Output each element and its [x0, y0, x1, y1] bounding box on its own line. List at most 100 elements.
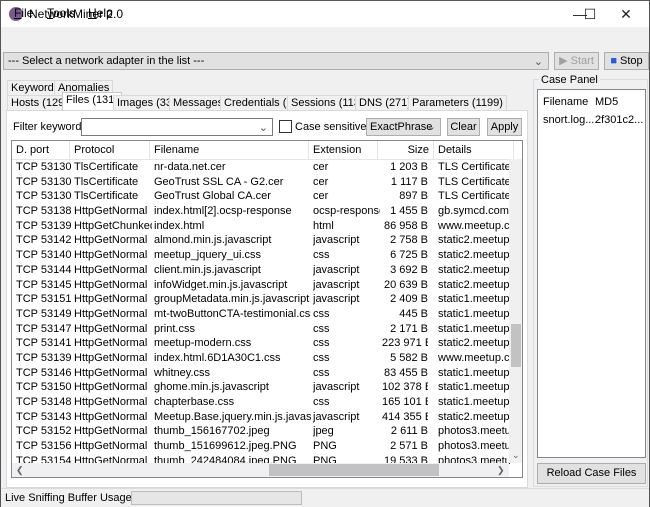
- cell-protocol: HttpGetNormal: [74, 293, 148, 306]
- cell-extension: css: [313, 351, 330, 364]
- case-column-md5[interactable]: MD5: [595, 96, 618, 108]
- cell-port: TCP 53130: [16, 175, 72, 188]
- table-row[interactable]: TCP 53138 HttpGetNormal index.html[2].ocsp…: [12, 204, 510, 219]
- cell-port: TCP 53138: [16, 205, 72, 218]
- table-row[interactable]: TCP 53130 TlsCertificate nr-data.net.cer ce…: [12, 160, 510, 175]
- case-file-name[interactable]: snort.log....: [543, 114, 597, 126]
- cell-protocol: HttpGetNormal: [74, 249, 148, 262]
- cell-port: TCP 53150: [16, 381, 72, 394]
- table-row[interactable]: TCP 53146 HttpGetNormal whitney.css css 83 4…: [12, 366, 510, 381]
- cell-size: 2 611 B: [390, 425, 428, 438]
- cell-extension: cer: [313, 175, 329, 188]
- cell-extension: jpeg: [313, 425, 334, 438]
- column-protocol[interactable]: Protocol: [70, 141, 150, 160]
- cell-size: 1 203 B: [390, 161, 428, 173]
- table-row[interactable]: TCP 53149 HttpGetNormal mt-twoButtonCTA-te…: [12, 307, 510, 322]
- tab-dns[interactable]: DNS (271): [355, 95, 415, 110]
- cell-details: static1.meetupsta: [438, 293, 510, 306]
- cell-size: 2 758 B: [390, 234, 428, 247]
- cell-size: 5 582 B: [390, 351, 428, 364]
- cell-protocol: HttpGetNormal: [74, 234, 148, 247]
- column-extension[interactable]: Extension: [309, 141, 378, 160]
- scroll-left-icon[interactable]: ❮: [16, 465, 24, 476]
- reload-case-files-button[interactable]: Reload Case Files: [537, 463, 646, 484]
- table-row[interactable]: TCP 53130 TlsCertificate GeoTrust SSL CA -…: [12, 175, 510, 190]
- table-row[interactable]: TCP 53130 TlsCertificate GeoTrust Global C…: [12, 189, 510, 204]
- play-icon: ▶: [559, 55, 571, 67]
- table-header: D. port Protocol Filename Extension Size…: [12, 141, 514, 160]
- cell-size: 83 455 B: [383, 366, 428, 379]
- cell-size: 223 971 B: [382, 337, 428, 350]
- table-row[interactable]: TCP 53139 HttpGetChunked index.html html 86 …: [12, 219, 510, 234]
- filter-keyword-input[interactable]: ⌄: [81, 118, 273, 136]
- cell-details: photos3.meetupst: [438, 425, 510, 438]
- column-details[interactable]: Details: [434, 141, 514, 160]
- table-row[interactable]: TCP 53143 HttpGetNormal Meetup.Base.jquery…: [12, 410, 510, 425]
- apply-button[interactable]: Apply: [487, 118, 522, 136]
- cell-details: TLS Certificate: C: [438, 190, 510, 203]
- table-row[interactable]: TCP 53150 HttpGetNormal ghome.min.js.javas…: [12, 380, 510, 395]
- table-row[interactable]: TCP 53140 HttpGetNormal meetup_jquery_ui.c…: [12, 248, 510, 263]
- match-mode-value: ExactPhrase: [370, 121, 433, 133]
- vertical-scroll-thumb[interactable]: [511, 324, 521, 367]
- cell-details: static2.meetupsta: [438, 337, 510, 350]
- table-row[interactable]: TCP 53151 HttpGetNormal groupMetadata.min.…: [12, 292, 510, 307]
- table-row[interactable]: TCP 53142 HttpGetNormal almond.min.js.java…: [12, 233, 510, 248]
- cell-filename: thumb_151699612.jpeg.PNG: [154, 440, 297, 453]
- horizontal-scroll-thumb[interactable]: [269, 464, 439, 476]
- column-filename[interactable]: Filename: [150, 141, 309, 160]
- column-dport[interactable]: D. port: [12, 141, 70, 160]
- cell-port: TCP 53152: [16, 425, 72, 438]
- table-row[interactable]: TCP 53145 HttpGetNormal infoWidget.min.js.…: [12, 278, 510, 293]
- case-files-list[interactable]: Filename MD5 snort.log.... 2f301c2...: [537, 89, 646, 458]
- cell-extension: css: [313, 337, 330, 350]
- cell-extension: PNG: [313, 440, 337, 453]
- cell-size: 414 355 B: [382, 410, 428, 423]
- start-button[interactable]: ▶ Start: [554, 52, 599, 70]
- table-row[interactable]: TCP 53156 HttpGetNormal thumb_151699612.jp…: [12, 439, 510, 454]
- cell-details: static1.meetupsta: [438, 307, 510, 320]
- table-row[interactable]: TCP 53147 HttpGetNormal print.css css 2 171 …: [12, 322, 510, 337]
- cell-extension: css: [313, 249, 330, 262]
- stop-label: Stop: [620, 55, 643, 67]
- scroll-right-icon[interactable]: ❯: [497, 465, 505, 476]
- cell-port: TCP 53146: [16, 366, 72, 379]
- cell-filename: GeoTrust SSL CA - G2.cer: [154, 175, 284, 188]
- cell-filename: ghome.min.js.javascript: [154, 381, 269, 394]
- case-sensitive-checkbox[interactable]: [279, 120, 292, 133]
- cell-protocol: TlsCertificate: [74, 161, 139, 173]
- cell-port: TCP 53145: [16, 278, 72, 291]
- cell-details: static2.meetupsta: [438, 249, 510, 262]
- tab-messages[interactable]: Messages: [169, 95, 228, 110]
- close-button[interactable]: ✕: [603, 1, 649, 27]
- vertical-scrollbar[interactable]: [509, 159, 522, 463]
- cell-details: www.meetup.com: [438, 219, 510, 232]
- tab-parameters[interactable]: Parameters (1199): [408, 95, 507, 110]
- menu-tools[interactable]: Tools: [47, 6, 75, 20]
- table-row[interactable]: TCP 53139 HttpGetNormal index.html.6D1A30C…: [12, 351, 510, 366]
- table-row[interactable]: TCP 53144 HttpGetNormal client.min.js.java…: [12, 263, 510, 278]
- menu-file[interactable]: File: [14, 6, 33, 20]
- cell-port: TCP 53140: [16, 249, 72, 262]
- table-row[interactable]: TCP 53141 HttpGetNormal meetup-modern.css c…: [12, 336, 510, 351]
- table-row[interactable]: TCP 53148 HttpGetNormal chapterbase.css css…: [12, 395, 510, 410]
- menu-help[interactable]: Help: [88, 6, 113, 20]
- clear-button[interactable]: Clear: [447, 118, 480, 136]
- cell-port: TCP 53156: [16, 440, 72, 453]
- cell-extension: cer: [313, 161, 329, 173]
- cell-filename: infoWidget.min.js.javascript: [154, 278, 288, 291]
- table-body: TCP 53130 TlsCertificate nr-data.net.cer ce…: [12, 160, 510, 468]
- column-size[interactable]: Size: [378, 141, 434, 160]
- stop-button[interactable]: ■ Stop: [604, 52, 649, 70]
- case-column-filename[interactable]: Filename: [543, 96, 588, 108]
- cell-filename: groupMetadata.min.js.javascript: [154, 293, 310, 306]
- cell-port: TCP 53148: [16, 396, 72, 408]
- table-row[interactable]: TCP 53152 HttpGetNormal thumb_156167702.jp…: [12, 424, 510, 439]
- scroll-down-icon[interactable]: ⌄: [512, 450, 520, 461]
- network-adapter-select[interactable]: --- Select a network adapter in the list…: [3, 52, 549, 70]
- cell-size: 1 117 B: [390, 175, 428, 188]
- cell-filename: client.min.js.javascript: [154, 263, 261, 276]
- cell-size: 2 171 B: [390, 322, 428, 335]
- cell-protocol: HttpGetNormal: [74, 410, 148, 423]
- match-mode-select[interactable]: ExactPhrase ⌄: [366, 118, 441, 136]
